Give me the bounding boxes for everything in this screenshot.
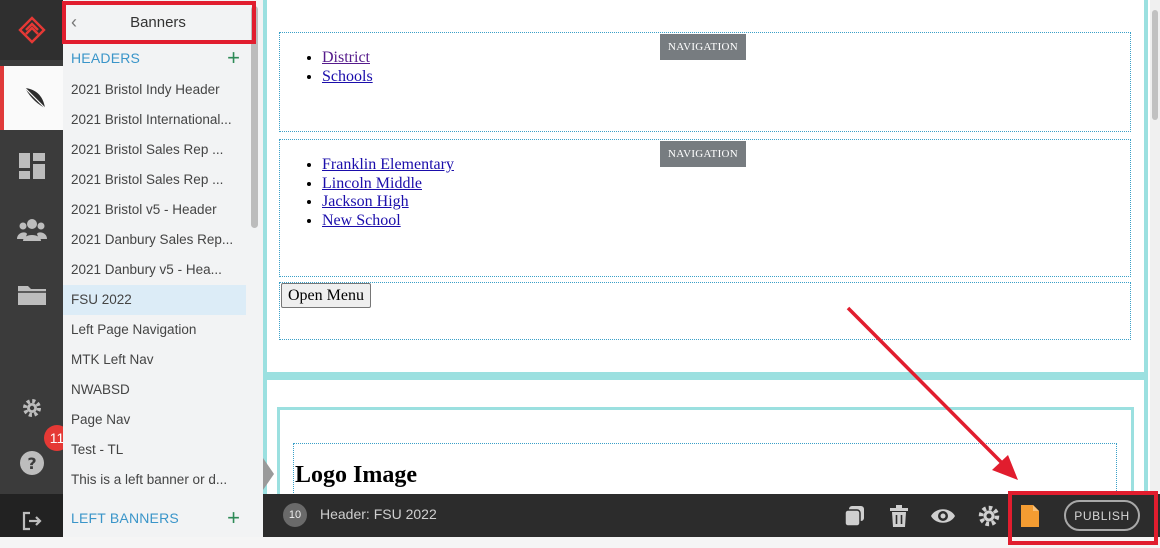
list-item[interactable]: This is a left banner or d... <box>63 465 246 495</box>
banners-sidebar: ‹ Banners HEADERS + 2021 Bristol Indy He… <box>63 0 263 548</box>
current-item-title: Header: FSU 2022 <box>320 506 437 522</box>
nav-link-district[interactable]: District <box>322 49 370 66</box>
add-left-banner-button[interactable]: + <box>227 507 240 529</box>
navigation-tag: NAVIGATION <box>660 34 747 60</box>
editor-canvas[interactable]: NAVIGATION District Schools NAVIGATION F… <box>263 0 1160 494</box>
revision-count-badge: 10 <box>283 503 307 527</box>
section-label: LEFT BANNERS <box>71 510 179 526</box>
window-bottom-edge <box>0 537 1160 548</box>
gear-icon[interactable] <box>976 503 1002 529</box>
nav-region-2[interactable]: NAVIGATION Franklin Elementary Lincoln M… <box>279 139 1131 277</box>
menu-region[interactable] <box>279 282 1131 340</box>
list-item[interactable]: Test - TL <box>63 435 246 465</box>
logo-image-heading: Logo Image <box>295 462 417 488</box>
list-item[interactable]: 2021 Bristol v5 - Header <box>63 195 246 225</box>
nav-list-1: District Schools <box>300 49 373 86</box>
duplicate-icon[interactable] <box>842 503 868 529</box>
collapse-arrow-icon[interactable] <box>263 458 274 490</box>
eye-icon[interactable] <box>930 503 956 529</box>
trash-icon[interactable] <box>886 503 912 529</box>
add-header-button[interactable]: + <box>227 47 240 69</box>
list-item[interactable]: Page Nav <box>63 405 246 435</box>
feather-icon[interactable] <box>0 66 63 130</box>
list-item[interactable]: 2021 Danbury Sales Rep... <box>63 225 246 255</box>
highlight-box-publish <box>1008 491 1158 545</box>
list-item[interactable]: Left Page Navigation <box>63 315 246 345</box>
list-item[interactable]: 2021 Bristol Sales Rep ... <box>63 135 246 165</box>
nav-link-jackson[interactable]: Jackson High <box>322 193 409 210</box>
section-headers: HEADERS + <box>63 43 248 73</box>
section-left-banners: LEFT BANNERS + <box>63 503 248 533</box>
svg-text:?: ? <box>27 454 36 473</box>
dashboard-icon[interactable] <box>0 134 63 198</box>
nav-link-lincoln[interactable]: Lincoln Middle <box>322 175 422 192</box>
left-rail: ? 11 <box>0 0 70 548</box>
list-item[interactable]: 2021 Bristol Indy Header <box>63 75 246 105</box>
list-item-active[interactable]: FSU 2022 <box>63 285 246 315</box>
nav-link-schools[interactable]: Schools <box>322 68 373 85</box>
nav-list-2: Franklin Elementary Lincoln Middle Jacks… <box>300 156 454 230</box>
open-menu-button[interactable]: Open Menu <box>281 283 371 308</box>
logo-icon[interactable] <box>0 0 63 60</box>
list-item[interactable]: MTK Left Nav <box>63 345 246 375</box>
nav-link-new-school[interactable]: New School <box>322 212 401 229</box>
nav-region-1[interactable]: NAVIGATION District Schools <box>279 32 1131 132</box>
folder-icon[interactable] <box>0 262 63 326</box>
nav-link-franklin[interactable]: Franklin Elementary <box>322 156 454 173</box>
navigation-tag: NAVIGATION <box>660 141 747 167</box>
list-item[interactable]: NWABSD <box>63 375 246 405</box>
list-item[interactable]: 2021 Bristol Sales Rep ... <box>63 165 246 195</box>
canvas-scroll-thumb[interactable] <box>1152 10 1158 120</box>
list-item[interactable]: 2021 Bristol International... <box>63 105 246 135</box>
section-label: HEADERS <box>71 50 141 66</box>
list-item[interactable]: 2021 Danbury v5 - Hea... <box>63 255 246 285</box>
canvas-scrollbar[interactable] <box>1150 0 1160 494</box>
headers-list: 2021 Bristol Indy Header 2021 Bristol In… <box>63 75 246 495</box>
highlight-box-banners <box>62 1 256 44</box>
users-icon[interactable] <box>0 198 63 262</box>
